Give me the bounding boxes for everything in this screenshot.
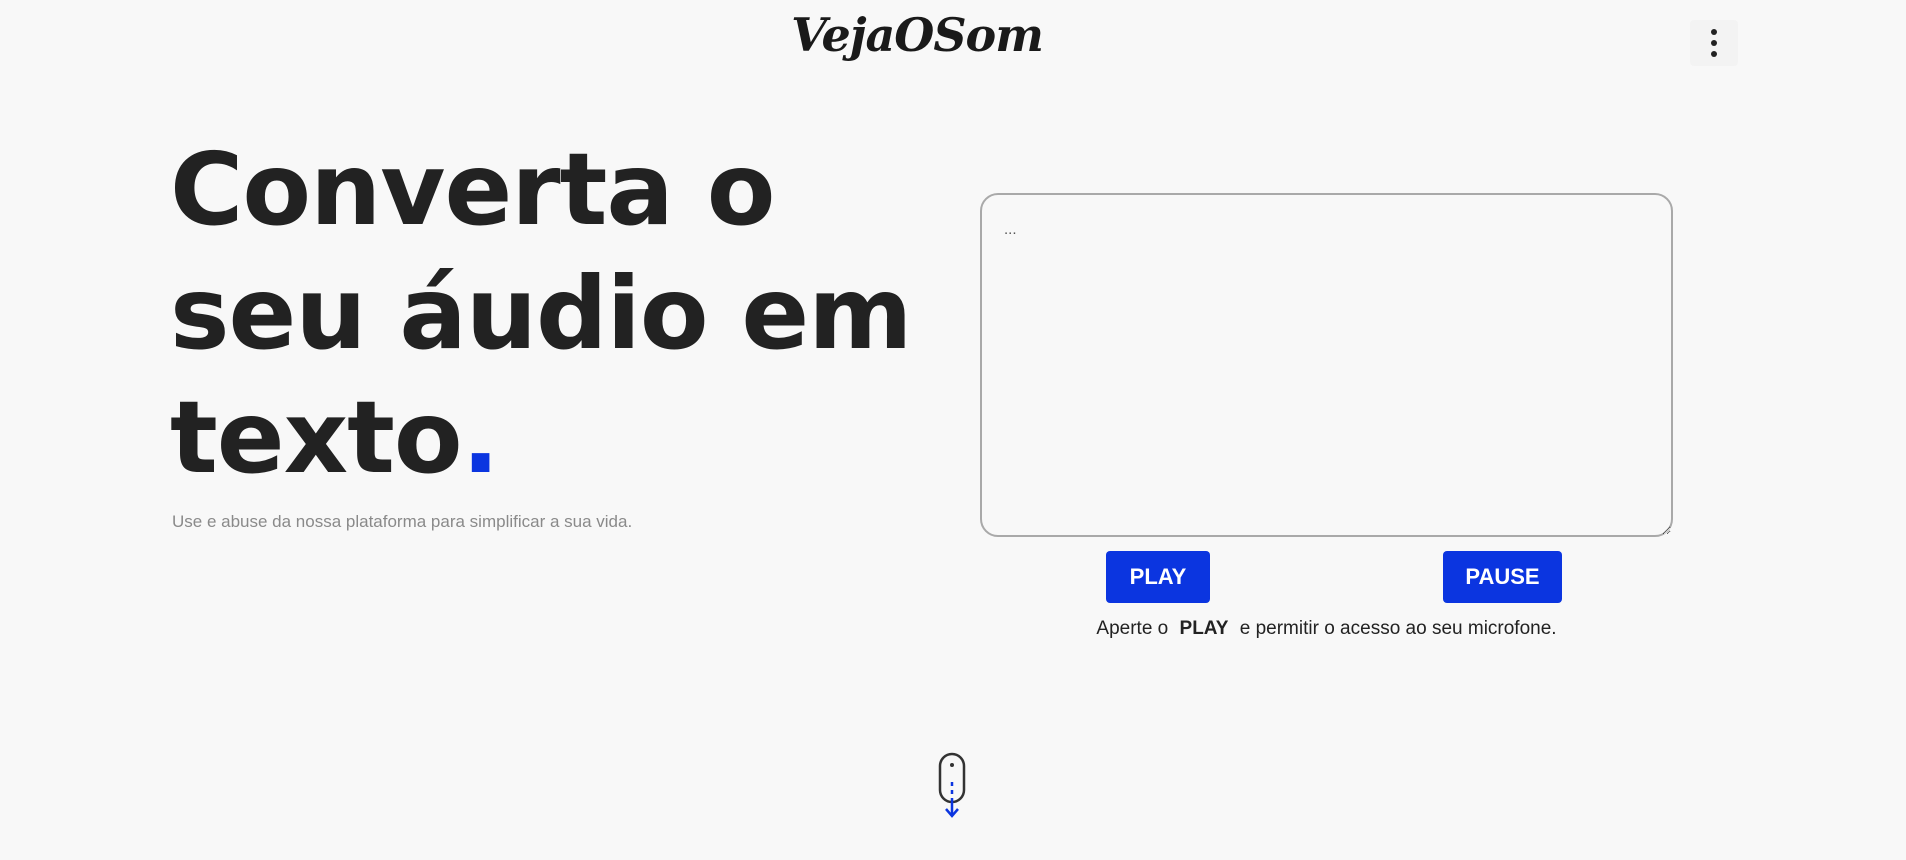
pause-button[interactable]: PAUSE xyxy=(1443,551,1562,603)
transcript-textarea[interactable] xyxy=(980,193,1673,537)
mouse-scroll-down-icon[interactable] xyxy=(938,752,966,824)
mouse-scroll-svg xyxy=(938,752,966,818)
play-button[interactable]: PLAY xyxy=(1106,551,1210,603)
kebab-vertical-icon-dot xyxy=(1711,51,1717,57)
instruction-before: Aperte o xyxy=(1096,618,1169,639)
hero-title-text: Converta o seu áudio em texto xyxy=(170,131,912,496)
hero-subtitle: Use e abuse da nossa plataforma para sim… xyxy=(172,512,633,531)
instruction-after: e permitir o acesso ao seu microfone. xyxy=(1239,618,1557,639)
menu-button[interactable] xyxy=(1690,20,1738,66)
kebab-vertical-icon xyxy=(1711,29,1717,35)
instruction-emphasis: PLAY xyxy=(1179,618,1229,639)
page: VejaOSom Converta o seu áudio em texto. … xyxy=(0,0,1906,860)
instruction-text: Aperte o PLAY e permitir o acesso ao seu… xyxy=(980,618,1673,640)
logo[interactable]: VejaOSom xyxy=(0,8,1834,62)
hero-title-accent-dot: . xyxy=(461,379,500,496)
kebab-vertical-icon-dot xyxy=(1711,40,1717,46)
hero-title: Converta o seu áudio em texto. xyxy=(170,128,930,500)
